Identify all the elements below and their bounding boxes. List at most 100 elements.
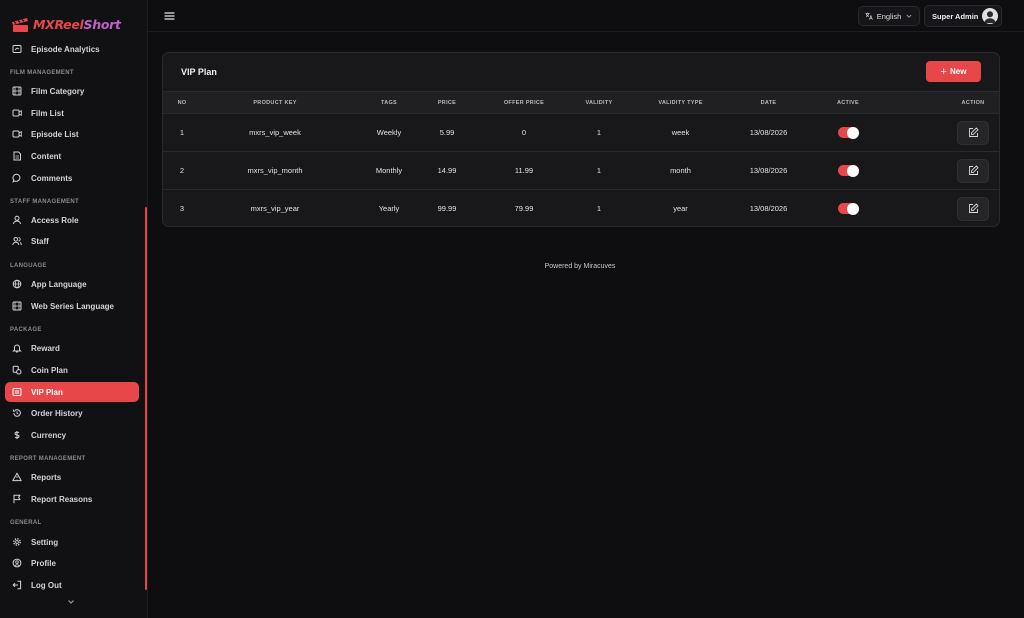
hamburger-menu-icon[interactable] — [164, 11, 175, 21]
sidebar-item-label: Web Series Language — [31, 301, 114, 311]
active-toggle[interactable] — [837, 126, 859, 139]
cell-active — [791, 113, 905, 152]
film-category-icon — [12, 86, 22, 96]
sidebar-item-app-language[interactable]: App Language — [5, 274, 139, 294]
vip-plan-card: VIP Plan + New NO PRODUCT KEY TAGS PRICE… — [162, 52, 1000, 227]
comments-icon — [12, 173, 21, 183]
history-icon — [13, 409, 21, 417]
sidebar-item-setting[interactable]: Setting — [5, 532, 139, 552]
sidebar-item-report-reasons[interactable]: Report Reasons — [5, 489, 139, 509]
sidebar-item-episode-list[interactable]: Episode List — [5, 124, 139, 144]
column-header-product-key: PRODUCT KEY — [201, 91, 349, 114]
table-row: 1 mxrs_vip_week Weekly 5.99 0 1 week 13/… — [163, 113, 999, 152]
sidebar-item-log-out[interactable]: Log Out — [5, 575, 139, 595]
sidebar-item-label: Film List — [31, 108, 64, 118]
user-menu-button[interactable]: Super Admin — [924, 5, 1002, 27]
edit-button[interactable] — [957, 120, 989, 145]
sidebar-item-coin-plan[interactable]: Coin Plan — [5, 360, 139, 380]
footer-powered-by: Powered by Miracuves — [544, 263, 616, 270]
cell-no: 1 — [163, 113, 201, 152]
translate-icon — [865, 12, 873, 20]
column-header-tags: TAGS — [349, 91, 429, 114]
cell-validity: 1 — [596, 204, 602, 214]
sidebar: MXReelShort Episode Analytics FILM MANAG… — [0, 0, 148, 618]
sidebar-item-episode-analytics[interactable]: Episode Analytics — [5, 39, 139, 59]
column-header-validity-type: VALIDITY TYPE — [615, 91, 746, 114]
sidebar-item-film-category[interactable]: Film Category — [5, 81, 139, 101]
cell-active — [791, 151, 905, 190]
sidebar-item-vip-plan[interactable]: VIP Plan — [5, 382, 139, 402]
sidebar-item-label: Access Role — [31, 215, 79, 225]
sidebar-item-film-list[interactable]: Film List — [5, 103, 139, 123]
cell-price: 14.99 — [429, 151, 465, 190]
sidebar-item-order-history[interactable]: Order History — [5, 403, 139, 423]
column-header-price: PRICE — [429, 91, 465, 114]
sidebar-item-content[interactable]: Content — [5, 146, 139, 166]
table-row: 3 mxrs_vip_year Yearly 99.99 79.99 1 yea… — [163, 190, 999, 227]
sidebar-nav[interactable]: Episode Analytics FILM MANAGEMENT Film C… — [0, 39, 147, 618]
cell-date: 13/08/2026 — [746, 151, 791, 190]
active-toggle[interactable] — [837, 164, 859, 177]
sidebar-item-staff[interactable]: Staff — [5, 231, 139, 251]
sidebar-item-web-series-language[interactable]: Web Series Language — [5, 296, 139, 316]
avatar — [982, 8, 998, 24]
flag-icon — [13, 494, 21, 504]
brand-logo[interactable]: MXReelShort — [10, 12, 121, 36]
sidebar-item-access-role[interactable]: Access Role — [5, 210, 139, 230]
episode-list-icon — [12, 130, 22, 138]
language-label: English — [876, 11, 902, 21]
cell-tags: Monthly — [349, 151, 429, 190]
section-film-management: FILM MANAGEMENT — [10, 70, 74, 76]
cell-offer-price: 79.99 — [514, 204, 534, 214]
web-series-language-icon — [12, 301, 22, 311]
language-selector[interactable]: English — [858, 6, 920, 26]
cell-product-key: mxrs_vip_month — [201, 151, 349, 190]
sidebar-item-reward[interactable]: Reward — [5, 338, 139, 358]
chevron-down-icon[interactable] — [67, 598, 75, 606]
cell-validity: 1 — [583, 151, 615, 190]
vip-plan-icon — [12, 388, 22, 396]
cell-validity-type: year — [673, 204, 688, 214]
analytics-icon — [12, 45, 22, 53]
plus-icon: + — [940, 65, 947, 78]
new-vip-plan-button[interactable]: + New — [926, 61, 981, 82]
chevron-down-icon — [906, 14, 912, 18]
cell-active — [791, 190, 905, 227]
section-package: PACKAGE — [10, 327, 42, 333]
page-title: VIP Plan — [181, 67, 217, 77]
clapperboard-logo-icon — [12, 18, 28, 32]
edit-button[interactable] — [957, 158, 989, 183]
warning-icon — [12, 472, 22, 482]
sidebar-item-reports[interactable]: Reports — [5, 467, 139, 487]
active-toggle[interactable] — [837, 202, 859, 215]
sidebar-item-currency[interactable]: Currency — [5, 425, 139, 445]
cell-action — [905, 151, 999, 190]
cell-tags: Weekly — [349, 113, 429, 152]
access-role-icon — [13, 215, 21, 225]
section-staff-management: STAFF MANAGEMENT — [10, 199, 80, 205]
sidebar-item-label: Setting — [31, 537, 59, 547]
logout-icon — [12, 580, 22, 590]
edit-button[interactable] — [957, 196, 989, 221]
sidebar-item-label: Log Out — [31, 580, 62, 590]
cell-date: 13/08/2026 — [749, 204, 788, 214]
sidebar-item-label: Content — [31, 151, 62, 161]
cell-product-key: mxrs_vip_year — [250, 204, 300, 214]
sidebar-item-label: Coin Plan — [31, 365, 68, 375]
sidebar-item-label: Order History — [31, 408, 83, 418]
cell-product-key: mxrs_vip_week — [201, 113, 349, 152]
cell-price: 99.99 — [437, 204, 457, 214]
sidebar-item-comments[interactable]: Comments — [5, 168, 139, 188]
sidebar-item-label: Episode Analytics — [31, 44, 100, 54]
edit-icon — [968, 165, 978, 175]
column-header-validity: VALIDITY — [583, 91, 615, 114]
staff-icon — [12, 237, 22, 246]
sidebar-scrollbar[interactable] — [145, 207, 147, 590]
column-header-action: ACTION — [905, 91, 999, 114]
table-row: 2 mxrs_vip_month Monthly 14.99 11.99 1 m… — [163, 151, 999, 190]
cell-offer-price: 0 — [465, 113, 583, 152]
sidebar-item-profile[interactable]: Profile — [5, 553, 139, 573]
sidebar-item-label: Comments — [31, 173, 73, 183]
cell-action — [905, 190, 999, 227]
cell-validity-type: week — [615, 113, 746, 152]
